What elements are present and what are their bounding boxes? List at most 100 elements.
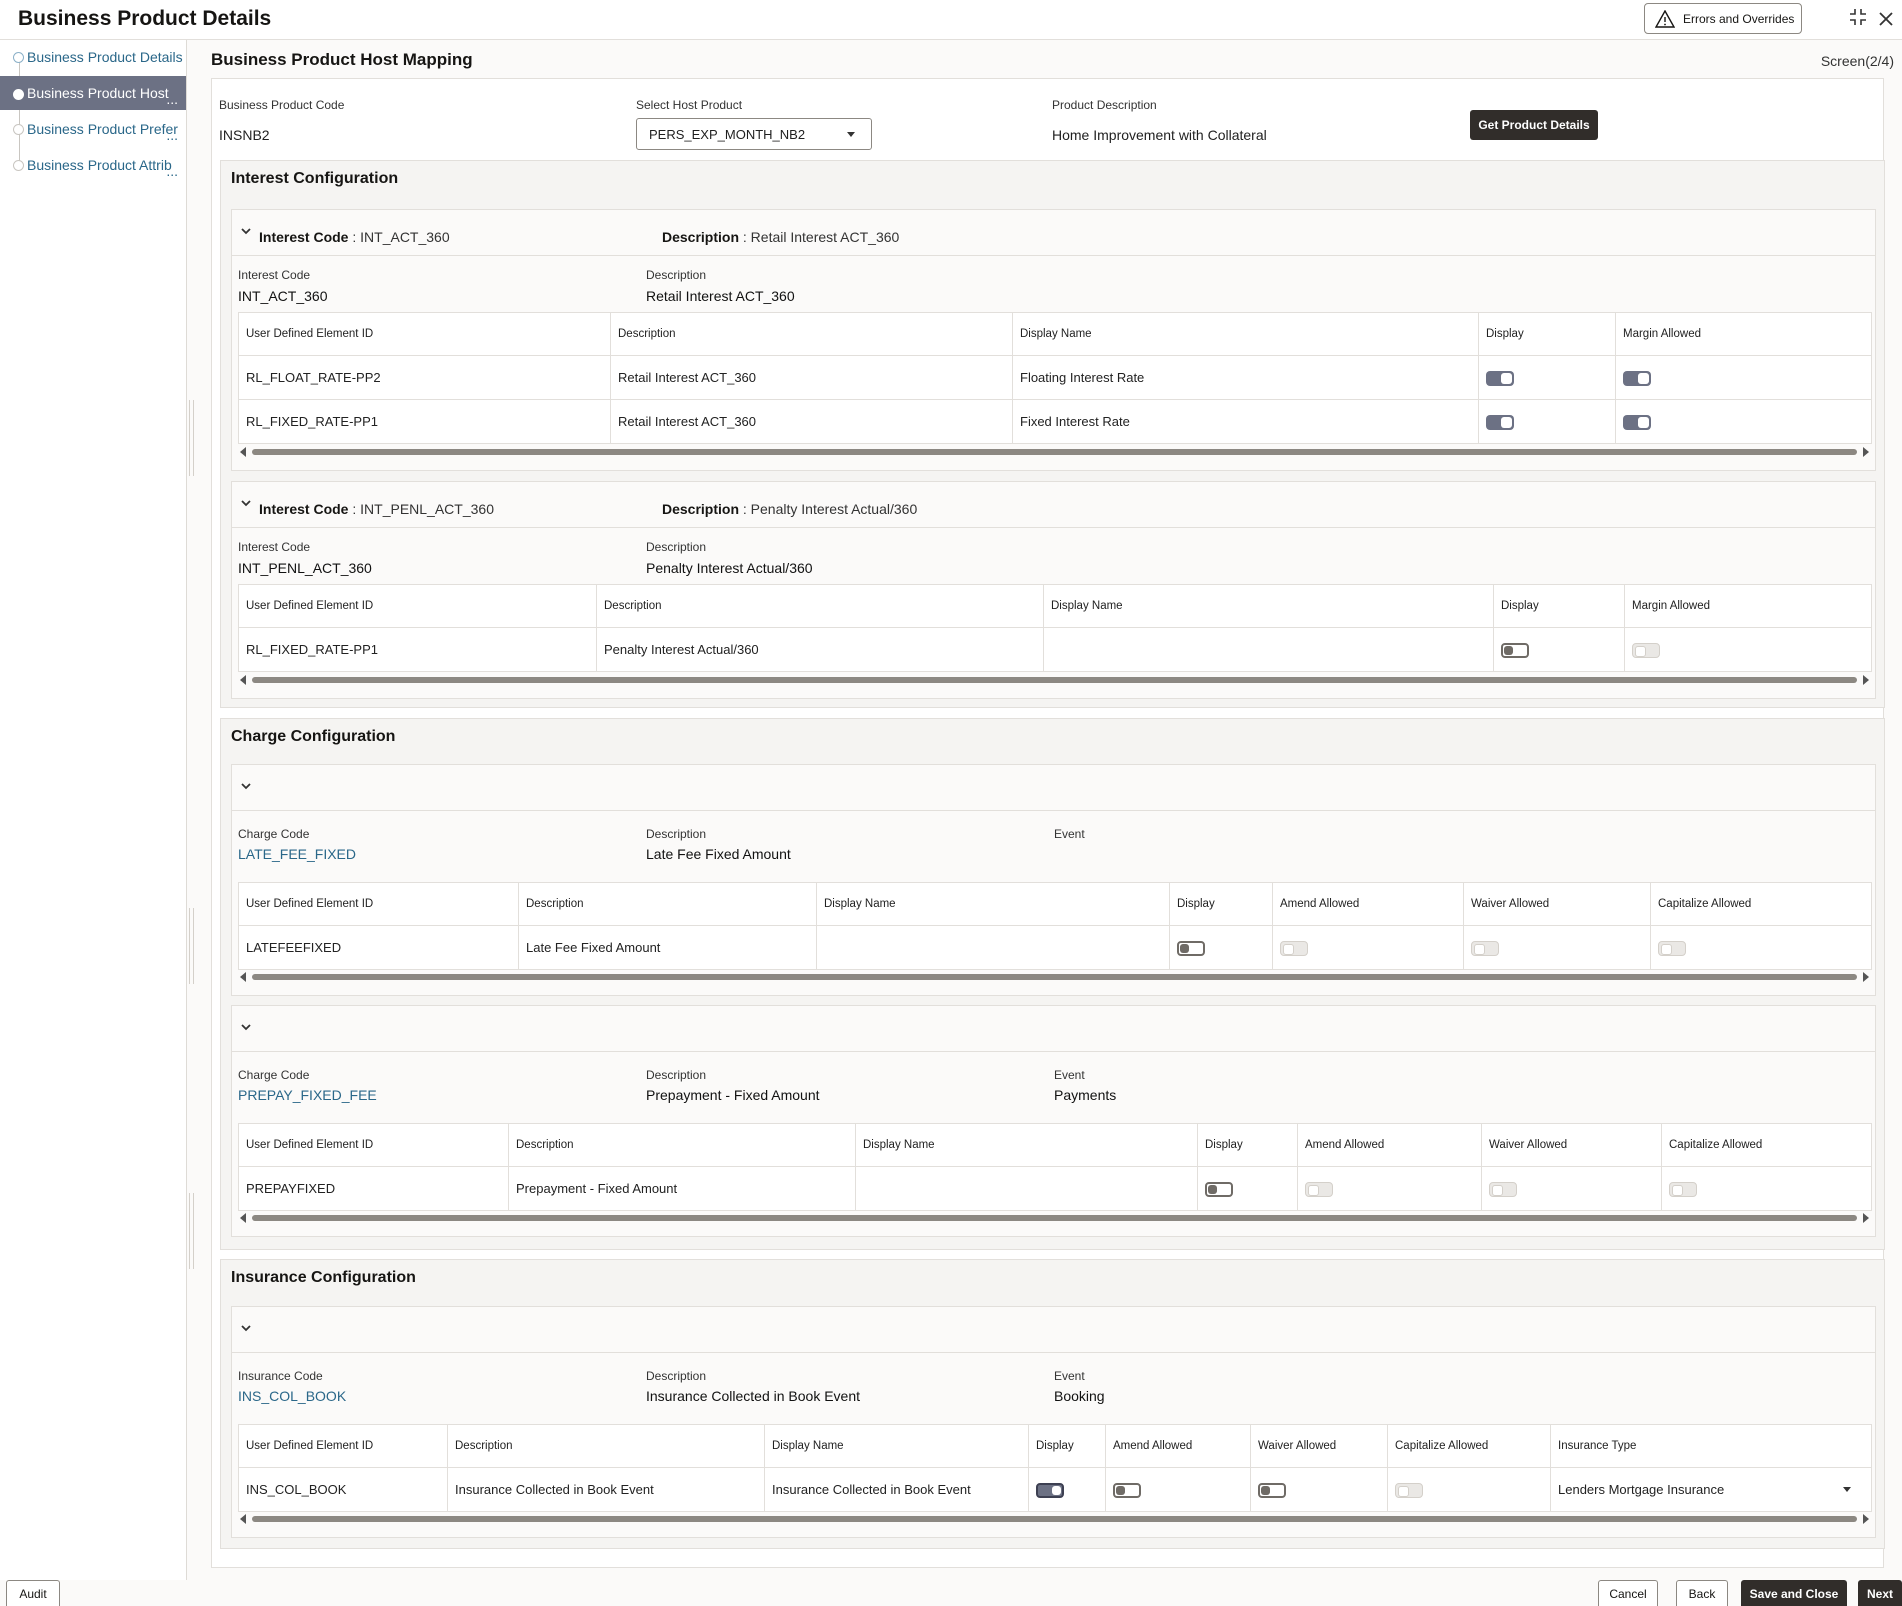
maximize-icon[interactable] (1848, 7, 1868, 27)
display-toggle[interactable] (1486, 414, 1514, 430)
waiver-allowed-cell (1250, 1467, 1388, 1512)
charge-elements-table: User Defined Element ID Description Disp… (238, 1123, 1872, 1211)
chevron-down-icon[interactable] (240, 1021, 252, 1033)
display-toggle[interactable] (1501, 642, 1529, 658)
insurance-code-value[interactable]: INS_COL_BOOK (238, 1388, 346, 1404)
card-header[interactable] (232, 765, 1875, 811)
interest-code-value: INT_PENL_ACT_360 (238, 560, 372, 576)
save-and-close-button[interactable]: Save and Close (1741, 1580, 1847, 1606)
current-step-dot (13, 89, 24, 100)
back-button[interactable]: Back (1676, 1580, 1728, 1606)
charge-card: Charge Code PREPAY_FIXED_FEE Description… (231, 1005, 1876, 1237)
sidebar-item-label: Business Product Attrib (27, 157, 172, 173)
column-header: Display (1478, 312, 1616, 356)
product-code-label: Business Product Code (219, 98, 345, 112)
get-product-details-button[interactable]: Get Product Details (1470, 110, 1598, 140)
close-icon[interactable] (1877, 10, 1895, 28)
display-name-cell[interactable]: Fixed Interest Rate (1012, 399, 1479, 444)
horizontal-scrollbar[interactable] (238, 447, 1871, 457)
insurance-type-value: Lenders Mortgage Insurance (1558, 1482, 1725, 1497)
column-header: Description (596, 584, 1044, 628)
sidebar-item-business-product-attrib[interactable]: Business Product Attrib ... (0, 148, 186, 182)
column-header: Amend Allowed (1272, 882, 1464, 926)
column-header: Display (1493, 584, 1625, 628)
table-header-row: User Defined Element ID Description Disp… (238, 1123, 1872, 1167)
sidebar-item-label: Business Product Host (27, 85, 169, 101)
display-name-cell[interactable] (1043, 627, 1494, 672)
sidebar-item-business-product-prefer[interactable]: Business Product Prefer ... (0, 112, 186, 146)
table-row: RL_FIXED_RATE-PP1 Penalty Interest Actua… (238, 627, 1872, 672)
column-header: Insurance Type (1550, 1424, 1872, 1468)
card-header[interactable]: Interest Code : INT_ACT_360 Description … (232, 210, 1875, 256)
card-header[interactable]: Interest Code : INT_PENL_ACT_360 Descrip… (232, 482, 1875, 528)
sidebar-item-business-product-host[interactable]: Business Product Host ... (0, 76, 186, 110)
margin-allowed-toggle[interactable] (1623, 370, 1651, 386)
caret-down-icon (1843, 1487, 1851, 1492)
insurance-configuration-title: Insurance Configuration (231, 1269, 416, 1286)
host-product-label: Select Host Product (636, 98, 743, 112)
horizontal-scrollbar[interactable] (238, 1514, 1871, 1524)
display-cell (1197, 1166, 1298, 1211)
display-toggle[interactable] (1205, 1181, 1233, 1197)
sidebar-item-label: Business Product Details (27, 49, 183, 65)
display-toggle[interactable] (1486, 370, 1514, 386)
display-name-cell[interactable]: Floating Interest Rate (1012, 355, 1479, 400)
insurance-elements-table: User Defined Element ID Description Disp… (238, 1424, 1872, 1512)
display-cell (1028, 1467, 1106, 1512)
charge-code-value[interactable]: PREPAY_FIXED_FEE (238, 1087, 377, 1103)
charge-code-value[interactable]: LATE_FEE_FIXED (238, 846, 356, 862)
display-name-cell[interactable] (816, 925, 1170, 970)
charge-configuration-section: Charge Configuration Charge Code LATE_FE… (220, 718, 1885, 1250)
interest-code-value: INT_ACT_360 (238, 288, 328, 304)
column-header: Display (1028, 1424, 1106, 1468)
description-header: Description : Retail Interest ACT_360 (662, 229, 900, 245)
waiver-allowed-toggle[interactable] (1258, 1482, 1286, 1498)
column-header: Waiver Allowed (1250, 1424, 1388, 1468)
card-header[interactable] (232, 1307, 1875, 1353)
chevron-down-icon[interactable] (240, 780, 252, 792)
description-label: Description (646, 268, 707, 282)
resize-handle[interactable] (189, 400, 194, 476)
column-header: Margin Allowed (1624, 584, 1872, 628)
audit-button[interactable]: Audit (6, 1580, 60, 1606)
sidebar-item-business-product-details[interactable]: Business Product Details (0, 40, 186, 74)
display-name-cell[interactable] (855, 1166, 1198, 1211)
display-toggle[interactable] (1036, 1482, 1064, 1498)
capitalize-allowed-cell (1387, 1467, 1551, 1512)
sidebar-item-label: Business Product Prefer (27, 121, 178, 137)
chevron-down-icon[interactable] (240, 497, 252, 509)
horizontal-scrollbar[interactable] (238, 1213, 1871, 1223)
column-header: Waiver Allowed (1481, 1123, 1662, 1167)
description-value: Late Fee Fixed Amount (646, 846, 791, 862)
event-value: Payments (1054, 1087, 1117, 1103)
description-label: Description (646, 827, 707, 841)
cancel-button[interactable]: Cancel (1598, 1580, 1658, 1606)
margin-allowed-cell (1624, 627, 1872, 672)
display-toggle[interactable] (1177, 940, 1205, 956)
chevron-down-icon[interactable] (240, 1322, 252, 1334)
display-name-cell[interactable]: Insurance Collected in Book Event (764, 1467, 1029, 1512)
card-header[interactable] (232, 1006, 1875, 1052)
capitalize-allowed-toggle (1658, 940, 1686, 956)
charge-code-label: Charge Code (238, 827, 310, 841)
insurance-type-select[interactable]: Lenders Mortgage Insurance (1550, 1467, 1872, 1512)
interest-configuration-title: Interest Configuration (231, 170, 399, 187)
errors-and-overrides-button[interactable]: Errors and Overrides (1644, 3, 1802, 34)
chevron-down-icon[interactable] (240, 225, 252, 237)
column-header: User Defined Element ID (238, 584, 597, 628)
ellipsis: ... (166, 91, 178, 107)
host-product-select[interactable]: PERS_EXP_MONTH_NB2 (636, 118, 872, 150)
table-header-row: User Defined Element ID Description Disp… (238, 584, 1872, 628)
horizontal-scrollbar[interactable] (238, 675, 1871, 685)
waiver-allowed-cell (1481, 1166, 1662, 1211)
description-label: Description (646, 540, 707, 554)
resize-handle[interactable] (189, 1193, 194, 1269)
resize-handle[interactable] (189, 908, 194, 984)
amend-allowed-toggle[interactable] (1113, 1482, 1141, 1498)
horizontal-scrollbar[interactable] (238, 972, 1871, 982)
interest-configuration-section: Interest Configuration Interest Code : I… (220, 160, 1885, 708)
margin-allowed-toggle[interactable] (1623, 414, 1651, 430)
interest-elements-table: User Defined Element ID Description Disp… (238, 312, 1872, 444)
next-button[interactable]: Next (1858, 1580, 1902, 1606)
amend-allowed-toggle (1280, 940, 1308, 956)
